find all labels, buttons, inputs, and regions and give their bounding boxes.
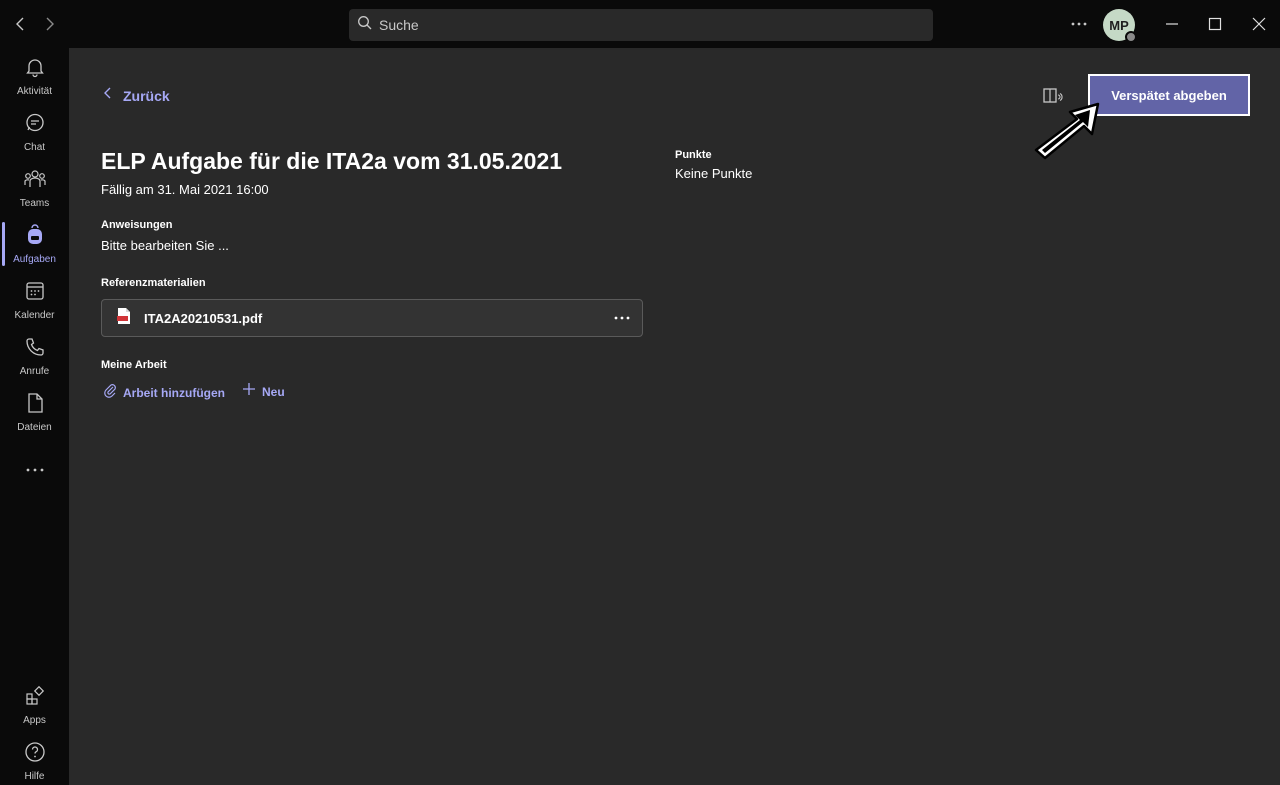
add-work-label: Arbeit hinzufügen <box>123 385 225 400</box>
instructions-text: Bitte bearbeiten Sie ... <box>101 238 229 253</box>
points-heading: Punkte <box>675 149 712 161</box>
rail-item-label: Teams <box>19 197 50 209</box>
references-heading: Referenzmaterialien <box>101 277 206 289</box>
backpack-icon <box>24 223 46 251</box>
rail-item-label: Apps <box>23 714 46 726</box>
app-rail: Aktivität Chat Teams Aufgaben Kalender A… <box>0 48 69 785</box>
rail-item-label: Aktivität <box>16 85 52 97</box>
new-button[interactable]: Neu <box>242 382 285 401</box>
forward-arrow-icon[interactable] <box>39 14 59 34</box>
rail-item-apps[interactable]: Apps <box>0 677 69 733</box>
teams-icon <box>23 168 47 195</box>
close-icon[interactable] <box>1249 14 1269 34</box>
avatar-initials: MP <box>1109 17 1129 33</box>
my-work-heading: Meine Arbeit <box>101 359 167 371</box>
rail-more-apps[interactable] <box>0 440 69 496</box>
search-input[interactable]: Suche <box>349 9 933 41</box>
phone-icon <box>24 336 46 363</box>
page-title: ELP Aufgabe für die ITA2a vom 31.05.2021 <box>101 148 563 174</box>
rail-item-label: Aufgaben <box>13 253 56 265</box>
back-link-label: Zurück <box>123 87 170 104</box>
back-link[interactable]: Zurück <box>103 86 170 105</box>
search-placeholder: Suche <box>379 17 419 33</box>
rail-item-files[interactable]: Dateien <box>0 384 69 440</box>
due-date: Fällig am 31. Mai 2021 16:00 <box>101 182 269 197</box>
calendar-icon <box>24 280 46 307</box>
help-icon <box>24 741 46 768</box>
back-arrow-icon[interactable] <box>11 14 31 34</box>
rail-item-label: Dateien <box>17 421 52 433</box>
rail-item-help[interactable]: Hilfe <box>0 733 69 785</box>
avatar[interactable]: MP <box>1103 9 1137 43</box>
rail-item-label: Anrufe <box>19 365 50 377</box>
chevron-left-icon <box>103 86 113 105</box>
apps-icon <box>24 685 46 712</box>
chat-icon <box>24 112 46 139</box>
file-icon <box>24 392 46 419</box>
search-icon <box>357 15 373 36</box>
title-bar: Suche MP <box>0 0 1280 48</box>
rail-item-assignments[interactable]: Aufgaben <box>0 216 69 272</box>
rail-item-calendar[interactable]: Kalender <box>0 272 69 328</box>
plus-icon <box>242 382 256 401</box>
rail-item-label: Hilfe <box>24 770 45 782</box>
turn-in-late-button[interactable]: Verspätet abgeben <box>1088 74 1250 116</box>
rail-item-label: Chat <box>23 141 46 153</box>
points-value: Keine Punkte <box>675 166 753 181</box>
cursor-pointer-icon <box>1030 98 1102 164</box>
maximize-icon[interactable] <box>1205 14 1225 34</box>
bell-icon <box>24 56 46 83</box>
instructions-heading: Anweisungen <box>101 219 173 231</box>
rail-item-chat[interactable]: Chat <box>0 104 69 160</box>
rail-item-teams[interactable]: Teams <box>0 160 69 216</box>
more-icon <box>25 459 45 477</box>
rail-item-calls[interactable]: Anrufe <box>0 328 69 384</box>
paperclip-icon <box>103 382 117 403</box>
file-more-options-icon[interactable] <box>612 308 632 328</box>
reference-file-name: ITA2A20210531.pdf <box>144 310 263 326</box>
pdf-file-icon <box>116 307 132 330</box>
rail-item-label: Kalender <box>14 309 55 321</box>
minimize-icon[interactable] <box>1162 14 1182 34</box>
new-label: Neu <box>262 384 285 399</box>
more-options-icon[interactable] <box>1068 14 1090 34</box>
reference-file-card[interactable]: ITA2A20210531.pdf <box>101 299 643 337</box>
presence-status-icon <box>1125 31 1137 43</box>
add-work-button[interactable]: Arbeit hinzufügen <box>103 382 225 403</box>
rail-item-activity[interactable]: Aktivität <box>0 48 69 104</box>
